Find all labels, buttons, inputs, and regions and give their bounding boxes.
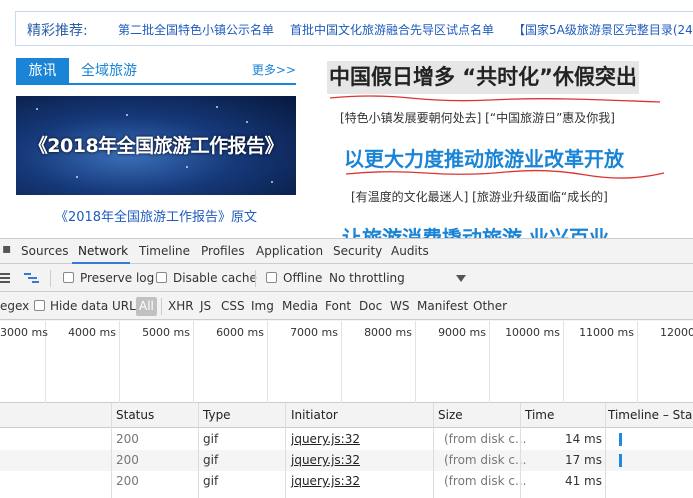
timeline-bar	[619, 454, 622, 467]
col-initiator[interactable]: Initiator	[291, 408, 338, 422]
filter-xhr[interactable]: XHR	[168, 299, 194, 313]
table-row[interactable]: 200 gif jquery.js:32 (from disk c... 14 …	[0, 429, 693, 450]
tab-profiles[interactable]: Profiles	[201, 244, 245, 258]
network-toolbar: Preserve log Disable cache Offline No th…	[0, 265, 693, 292]
filter-js[interactable]: JS	[200, 299, 211, 313]
tick-label: 9000 ms	[438, 326, 486, 339]
devtools-panel: ▪ Sources Network Timeline Profiles Appl…	[0, 238, 693, 498]
disable-cache-label: Disable cache	[173, 271, 257, 285]
col-type[interactable]: Type	[203, 408, 231, 422]
tab-lvxun[interactable]: 旅讯	[16, 58, 69, 85]
offline-label: Offline	[283, 271, 323, 285]
headline-consumption[interactable]: 让旅游消费撬动旅游 业兴百业	[342, 222, 609, 238]
filter-doc[interactable]: Doc	[359, 299, 382, 313]
banner-title: 《2018年全国旅游工作报告》	[28, 135, 284, 157]
banner-caption[interactable]: 《2018年全国旅游工作报告》原文	[16, 206, 296, 225]
disable-cache-checkbox[interactable]	[156, 272, 167, 283]
devtools-tab-bar: ▪ Sources Network Timeline Profiles Appl…	[0, 239, 693, 264]
filter-font[interactable]: Font	[325, 299, 351, 313]
timeline-bar	[619, 433, 622, 446]
news-tabs: 旅讯 全域旅游 更多>>	[16, 58, 296, 85]
tab-quanyu[interactable]: 全域旅游	[81, 58, 137, 85]
initiator-link[interactable]: jquery.js:32	[291, 474, 360, 488]
recommend-link-1[interactable]: 第二批全国特色小镇公示名单	[118, 21, 274, 38]
filter-bar: egex Hide data URLs All XHR JS CSS Img M…	[0, 293, 693, 320]
tick-label: 7000 ms	[290, 326, 338, 339]
report-banner-image[interactable]: 《2018年全国旅游工作报告》	[16, 96, 296, 195]
col-status[interactable]: Status	[116, 408, 154, 422]
devtools-menu-icon[interactable]: ▪	[2, 241, 12, 257]
web-page: 精彩推荐: 第二批全国特色小镇公示名单 首批中国文化旅游融合先导区试点名单 【国…	[0, 0, 693, 238]
col-timeline[interactable]: Timeline – Start T	[608, 408, 693, 422]
overview-toggle-icon[interactable]	[24, 272, 40, 284]
view-list-icon[interactable]	[0, 272, 12, 284]
tab-network[interactable]: Network	[78, 244, 128, 258]
filter-manifest[interactable]: Manifest	[417, 299, 468, 313]
col-time[interactable]: Time	[525, 408, 554, 422]
sub-links-2[interactable]: [有温度的文化最迷人] [旅游业升级面临“成长的]	[351, 188, 608, 205]
col-size[interactable]: Size	[438, 408, 463, 422]
tick-label: 5000 ms	[142, 326, 190, 339]
tick-label: 8000 ms	[364, 326, 412, 339]
spellcheck-underline-2	[346, 169, 665, 179]
regex-label: egex	[0, 299, 30, 313]
initiator-link[interactable]: jquery.js:32	[291, 432, 360, 446]
table-row[interactable]: 200 gif jquery.js:32 (from disk c... 41 …	[0, 471, 693, 492]
network-overview[interactable]: 3000 ms 4000 ms 5000 ms 6000 ms 7000 ms …	[0, 321, 693, 403]
recommend-label: 精彩推荐:	[27, 23, 88, 39]
preserve-log-checkbox[interactable]	[63, 272, 74, 283]
hide-data-urls-label: Hide data URLs	[50, 299, 143, 313]
filter-media[interactable]: Media	[282, 299, 318, 313]
filter-img[interactable]: Img	[251, 299, 274, 313]
headline-main[interactable]: 中国假日增多 “共时化”休假突出	[327, 61, 639, 94]
active-tab-indicator	[72, 262, 130, 264]
offline-checkbox[interactable]	[266, 272, 277, 283]
tab-timeline[interactable]: Timeline	[139, 244, 190, 258]
requests-table: Status Type Initiator Size Time Timeline…	[0, 403, 693, 498]
tick-label: 4000 ms	[68, 326, 116, 339]
recommend-bar: 精彩推荐: 第二批全国特色小镇公示名单 首批中国文化旅游融合先导区试点名单 【国…	[15, 11, 693, 46]
table-row[interactable]: 200 gif jquery.js:32 (from disk c... 17 …	[0, 450, 693, 471]
hide-data-urls-checkbox[interactable]	[34, 300, 45, 311]
tick-label: 3000 ms	[0, 326, 48, 339]
tab-security[interactable]: Security	[333, 244, 382, 258]
more-link[interactable]: 更多>>	[252, 58, 296, 85]
filter-ws[interactable]: WS	[390, 299, 409, 313]
filter-css[interactable]: CSS	[221, 299, 245, 313]
tick-label: 11000 ms	[579, 326, 634, 339]
tick-label: 12000	[660, 326, 693, 339]
table-header: Status Type Initiator Size Time Timeline…	[0, 403, 693, 428]
filter-all[interactable]: All	[136, 297, 157, 316]
preserve-log-label: Preserve log	[80, 271, 155, 285]
tick-label: 6000 ms	[216, 326, 264, 339]
tab-audits[interactable]: Audits	[391, 244, 429, 258]
recommend-link-3[interactable]: 【国家5A级旅游景区完整目录(249	[513, 21, 693, 38]
spellcheck-underline	[330, 95, 661, 103]
recommend-link-2[interactable]: 首批中国文化旅游融合先导区试点名单	[290, 21, 494, 38]
initiator-link[interactable]: jquery.js:32	[291, 453, 360, 467]
tab-application[interactable]: Application	[256, 244, 323, 258]
filter-other[interactable]: Other	[473, 299, 507, 313]
chevron-down-icon[interactable]	[456, 275, 466, 282]
tab-sources[interactable]: Sources	[21, 244, 68, 258]
tick-label: 10000 ms	[505, 326, 560, 339]
sub-links-1[interactable]: [特色小镇发展要朝何处去] [“中国旅游日”惠及你我]	[340, 109, 615, 126]
throttling-select[interactable]: No throttling	[329, 271, 405, 285]
